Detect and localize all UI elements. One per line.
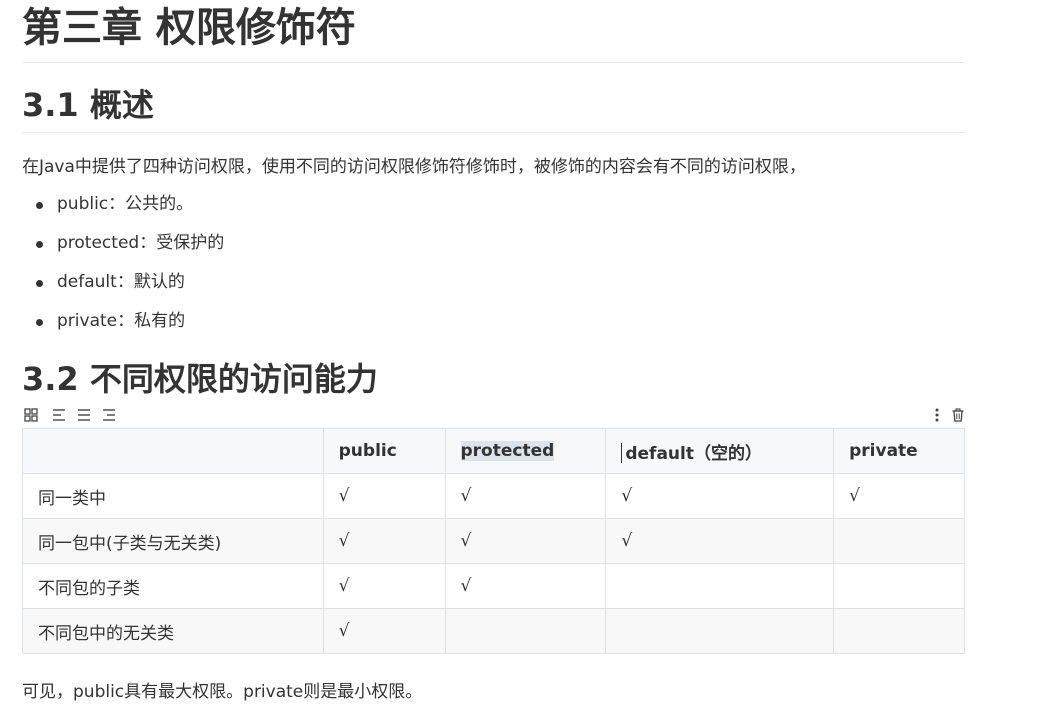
table-header-row: public protected default（空的） private bbox=[22, 428, 965, 474]
table-cell[interactable]: √ bbox=[605, 518, 835, 564]
table-cell[interactable] bbox=[833, 608, 965, 654]
bullet-icon bbox=[36, 241, 43, 248]
table-cell[interactable]: √ bbox=[444, 473, 607, 519]
more-vertical-icon[interactable] bbox=[930, 408, 944, 422]
table-cell[interactable]: √ bbox=[444, 518, 607, 564]
list-item-text: default：默认的 bbox=[57, 272, 185, 292]
document-content: 第三章 权限修饰符 3.1 概述 在Java中提供了四种访问权限，使用不同的访问… bbox=[22, 0, 965, 706]
header-cell[interactable]: public bbox=[322, 428, 446, 474]
bullet-icon bbox=[36, 202, 43, 209]
table-cell[interactable] bbox=[444, 608, 607, 654]
list-item-text: private：私有的 bbox=[57, 311, 186, 331]
align-center-icon[interactable] bbox=[77, 408, 91, 422]
section-heading-overview: 3.1 概述 bbox=[22, 83, 965, 133]
list-item: public：公共的。 bbox=[22, 191, 965, 230]
table-cell[interactable]: √ bbox=[322, 473, 446, 519]
list-item: private：私有的 bbox=[22, 308, 965, 347]
table-cell[interactable] bbox=[605, 608, 835, 654]
delete-icon[interactable] bbox=[951, 408, 965, 422]
chapter-title: 第三章 权限修饰符 bbox=[22, 0, 965, 63]
table-row: 不同包的子类 √ √ bbox=[22, 563, 965, 609]
modifier-list: public：公共的。 protected：受保护的 default：默认的 p… bbox=[22, 191, 965, 347]
table-toolbar bbox=[22, 402, 965, 428]
list-item: default：默认的 bbox=[22, 269, 965, 308]
access-table: public protected default（空的） private 同一类… bbox=[22, 428, 965, 654]
header-cell[interactable]: protected bbox=[444, 428, 607, 474]
header-cell[interactable]: default（空的） bbox=[605, 428, 835, 474]
table-cell[interactable]: 同一包中(子类与无关类) bbox=[22, 518, 324, 564]
table-cell[interactable]: √ bbox=[322, 563, 446, 609]
list-item-text: public：公共的。 bbox=[57, 194, 194, 214]
table-cell[interactable]: √ bbox=[605, 473, 835, 519]
document-page: 第三章 权限修饰符 3.1 概述 在Java中提供了四种访问权限，使用不同的访问… bbox=[0, 0, 1062, 719]
table-cell[interactable] bbox=[833, 563, 965, 609]
header-cell-text: default（空的） bbox=[625, 443, 762, 464]
bullet-icon bbox=[36, 280, 43, 287]
table-row: 同一类中 √ √ √ √ bbox=[22, 473, 965, 519]
table-cell[interactable]: √ bbox=[322, 518, 446, 564]
selected-text: protected bbox=[460, 441, 555, 461]
align-left-icon[interactable] bbox=[52, 408, 66, 422]
table-cell[interactable]: 同一类中 bbox=[22, 473, 324, 519]
table-cell[interactable]: √ bbox=[322, 608, 446, 654]
table-cell[interactable]: √ bbox=[444, 563, 607, 609]
table-cell[interactable]: 不同包中的无关类 bbox=[22, 608, 324, 654]
list-item-text: protected：受保护的 bbox=[57, 233, 225, 253]
table-row: 不同包中的无关类 √ bbox=[22, 608, 965, 654]
intro-paragraph: 在Java中提供了四种访问权限，使用不同的访问权限修饰符修饰时，被修饰的内容会有… bbox=[22, 157, 806, 177]
table-cell[interactable]: 不同包的子类 bbox=[22, 563, 324, 609]
grid-icon[interactable] bbox=[24, 408, 38, 422]
text-cursor bbox=[621, 442, 623, 463]
table-row: 同一包中(子类与无关类) √ √ √ bbox=[22, 518, 965, 564]
table-cell[interactable]: √ bbox=[833, 473, 965, 519]
summary-paragraph: 可见，public具有最大权限。private则是最小权限。 bbox=[22, 682, 423, 702]
table-cell[interactable] bbox=[605, 563, 835, 609]
align-right-icon[interactable] bbox=[102, 408, 116, 422]
table-cell[interactable] bbox=[833, 518, 965, 564]
header-cell[interactable]: private bbox=[833, 428, 965, 474]
header-cell[interactable] bbox=[22, 428, 324, 474]
section-heading-access: 3.2 不同权限的访问能力 bbox=[22, 360, 378, 398]
list-item: protected：受保护的 bbox=[22, 230, 965, 269]
bullet-icon bbox=[36, 319, 43, 326]
